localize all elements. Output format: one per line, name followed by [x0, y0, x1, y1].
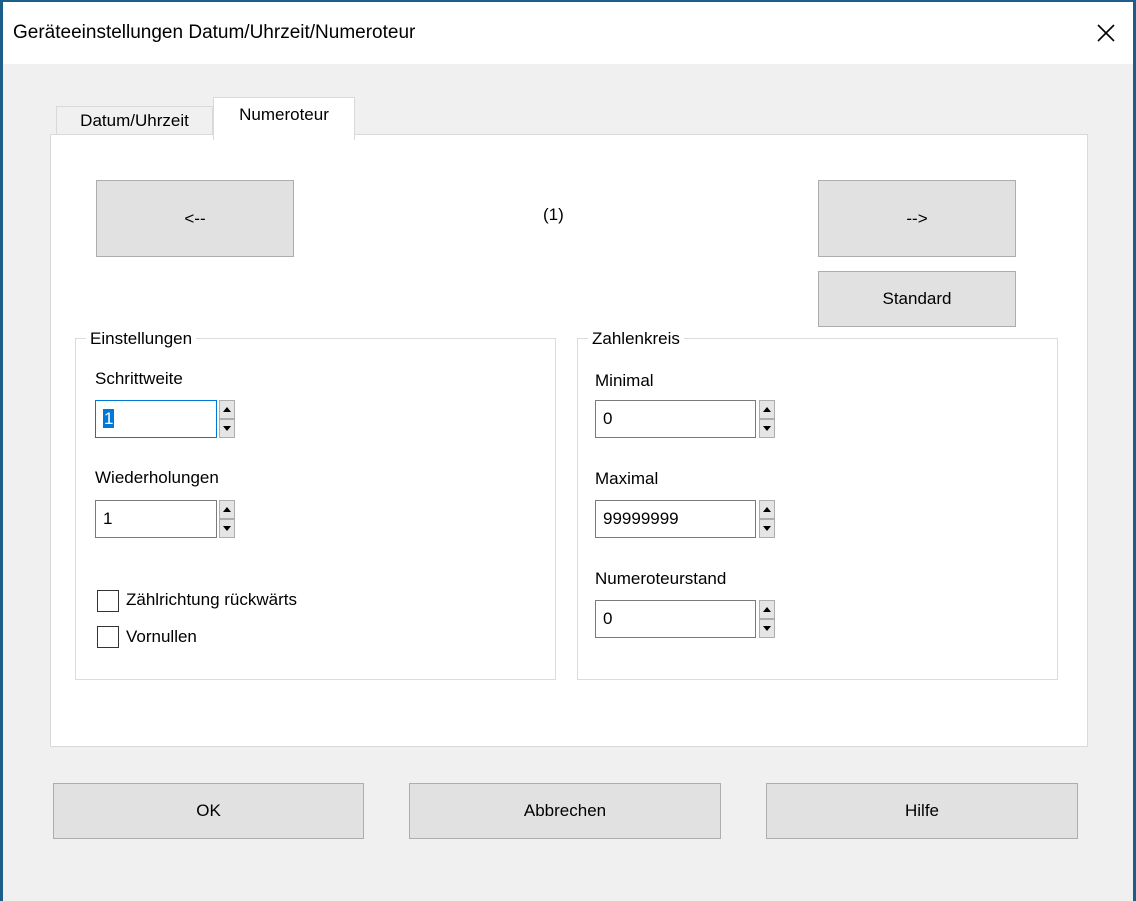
help-button[interactable]: Hilfe	[766, 783, 1078, 839]
spin-up-button[interactable]	[219, 400, 235, 419]
arrow-down-icon	[763, 626, 771, 631]
title-bar: Geräteeinstellungen Datum/Uhrzeit/Numero…	[3, 2, 1133, 64]
minimal-value: 0	[603, 409, 613, 428]
spin-up-button[interactable]	[759, 600, 775, 619]
numeroteurstand-label: Numeroteurstand	[595, 569, 727, 588]
arrow-up-icon	[223, 507, 231, 512]
spin-down-button[interactable]	[759, 519, 775, 538]
einstellungen-group-title: Einstellungen	[86, 329, 197, 349]
minimal-spinner[interactable]	[759, 400, 775, 438]
standard-button[interactable]: Standard	[818, 271, 1016, 327]
spin-down-button[interactable]	[759, 619, 775, 638]
numeroteurstand-value: 0	[603, 609, 613, 628]
tab-datum-uhrzeit[interactable]: Datum/Uhrzeit	[56, 106, 213, 134]
zahlenkreis-group-title: Zahlenkreis	[588, 329, 684, 349]
spin-up-button[interactable]	[759, 400, 775, 419]
arrow-down-icon	[763, 526, 771, 531]
maximal-value: 99999999	[603, 509, 679, 528]
close-icon	[1097, 24, 1115, 42]
numeroteurstand-input[interactable]: 0	[595, 600, 756, 638]
wiederholungen-label: Wiederholungen	[95, 468, 219, 487]
maximal-spinner[interactable]	[759, 500, 775, 538]
spin-down-button[interactable]	[759, 419, 775, 438]
arrow-up-icon	[763, 407, 771, 412]
wiederholungen-input[interactable]: 1	[95, 500, 217, 538]
rueckwaerts-checkbox[interactable]	[97, 590, 119, 612]
wiederholungen-spinner[interactable]	[219, 500, 235, 538]
arrow-down-icon	[223, 426, 231, 431]
wiederholungen-value: 1	[103, 509, 113, 528]
schrittweite-input[interactable]: 1	[95, 400, 217, 438]
spin-down-button[interactable]	[219, 419, 235, 438]
maximal-input[interactable]: 99999999	[595, 500, 756, 538]
window-title: Geräteeinstellungen Datum/Uhrzeit/Numero…	[13, 22, 416, 43]
minimal-label: Minimal	[595, 371, 654, 390]
rueckwaerts-label[interactable]: Zählrichtung rückwärts	[126, 590, 297, 610]
counter-label: (1)	[543, 205, 564, 224]
tab-numeroteur[interactable]: Numeroteur	[213, 97, 355, 140]
dialog-window: Geräteeinstellungen Datum/Uhrzeit/Numero…	[0, 0, 1136, 901]
numeroteurstand-spinner[interactable]	[759, 600, 775, 638]
schrittweite-label: Schrittweite	[95, 369, 183, 388]
arrow-up-icon	[763, 507, 771, 512]
arrow-down-icon	[223, 526, 231, 531]
vornullen-label[interactable]: Vornullen	[126, 627, 197, 647]
schrittweite-value: 1	[103, 409, 115, 428]
spin-up-button[interactable]	[759, 500, 775, 519]
next-button[interactable]: -->	[818, 180, 1016, 257]
spin-down-button[interactable]	[219, 519, 235, 538]
schrittweite-spinner[interactable]	[219, 400, 235, 438]
maximal-label: Maximal	[595, 469, 659, 488]
vornullen-checkbox[interactable]	[97, 626, 119, 648]
arrow-up-icon	[763, 607, 771, 612]
arrow-down-icon	[763, 426, 771, 431]
minimal-input[interactable]: 0	[595, 400, 756, 438]
close-button[interactable]	[1079, 2, 1133, 64]
ok-button[interactable]: OK	[53, 783, 364, 839]
arrow-up-icon	[223, 407, 231, 412]
previous-button[interactable]: <--	[96, 180, 294, 257]
spin-up-button[interactable]	[219, 500, 235, 519]
cancel-button[interactable]: Abbrechen	[409, 783, 721, 839]
